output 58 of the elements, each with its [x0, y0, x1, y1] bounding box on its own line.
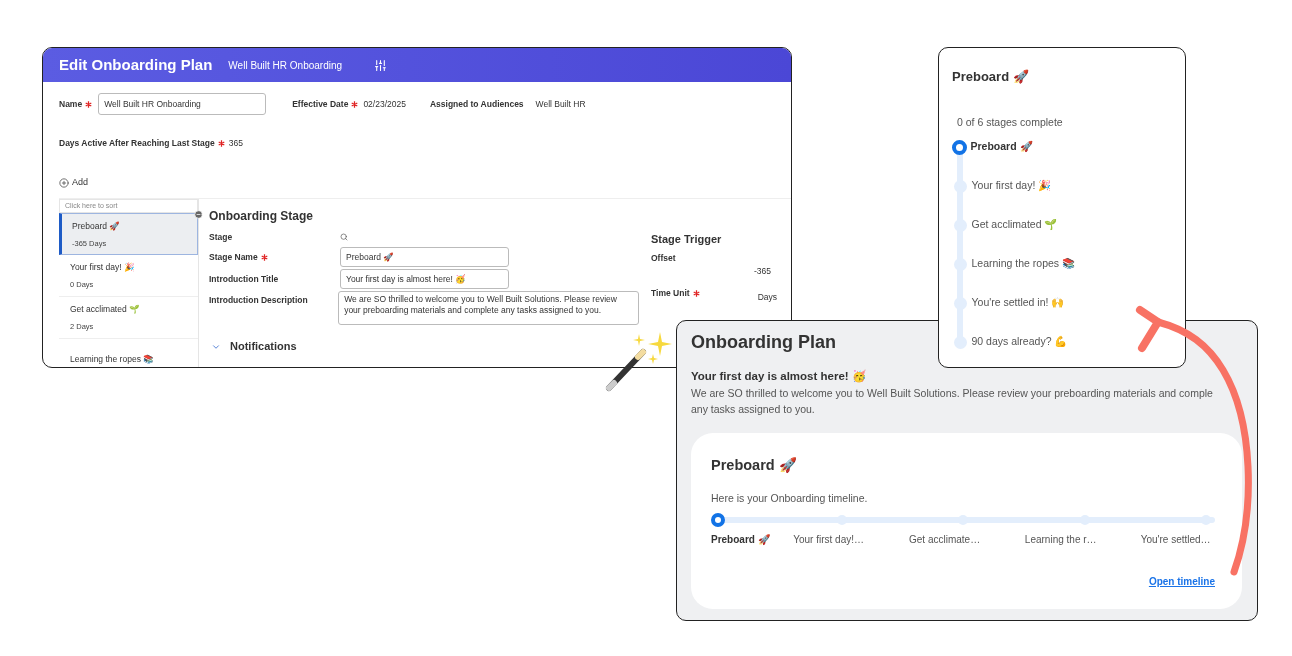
audience-value: Well Built HR	[535, 97, 586, 111]
stage-name: Get acclimated 🌱	[70, 303, 142, 316]
stage-name[interactable]: 90 days already? 💪	[971, 334, 1068, 351]
name-field[interactable]: Well Built HR Onboarding	[98, 93, 267, 115]
stage-label[interactable]: Preboard 🚀	[711, 531, 794, 547]
plan-subtitle: Well Built HR Onboarding	[228, 58, 343, 73]
field-label: Introduction Description	[209, 294, 308, 307]
section-title: Onboarding Stage	[209, 208, 314, 226]
stage-name[interactable]: Get acclimated 🌱	[971, 217, 1058, 234]
stage-label[interactable]: You're settled…	[1140, 531, 1221, 547]
field-label: Effective Date	[292, 97, 349, 111]
field-label: Time Unit	[651, 287, 690, 300]
intro-description-field[interactable]: We are SO thrilled to welcome you to Well Built Solutions. Please review your preboarding materials and complete any tasks assigned to you.	[338, 291, 639, 326]
stage-name: Your first day! 🎉	[70, 261, 137, 274]
stage-label[interactable]: Your first day!…	[793, 531, 910, 547]
required-icon	[351, 100, 359, 108]
field-label: Introduction Title	[209, 272, 279, 286]
stage-name[interactable]: Learning the ropes 📚	[971, 256, 1075, 273]
field-label: Stage Name	[209, 250, 258, 264]
trigger-title: Stage Trigger	[651, 232, 723, 248]
card-title: Preboard 🚀	[711, 456, 798, 476]
add-icon	[59, 177, 69, 188]
required-icon	[217, 139, 225, 147]
card-caption: Here is your Onboarding timeline.	[711, 491, 869, 506]
progress-text: 0 of 6 stages complete	[957, 114, 1064, 130]
settings-icon[interactable]	[374, 58, 388, 72]
stage-name-field[interactable]: Preboard 🚀	[340, 247, 509, 268]
time-unit-value: Days	[757, 291, 777, 304]
open-timeline-link[interactable]: Open timeline	[1148, 573, 1215, 589]
add-button[interactable]: Add	[59, 175, 88, 190]
collapse-icon[interactable]	[194, 210, 203, 220]
stage-name[interactable]: Preboard 🚀	[970, 139, 1033, 156]
intro-description: We are SO thrilled to welcome you to Well Built Solutions. Please review your preboarding materials and comple any tasks assigned to you.	[691, 386, 1214, 418]
search-icon[interactable]	[340, 233, 348, 242]
stage-label[interactable]: Get acclimate…	[909, 531, 1025, 547]
window-title: Edit Onboarding Plan	[59, 54, 213, 75]
stage-label[interactable]: Learning the r…	[1024, 531, 1141, 547]
stage-name[interactable]: Your first day! 🎉	[971, 178, 1052, 195]
panel-title: Preboard 🚀	[952, 68, 1030, 86]
required-icon	[692, 290, 700, 298]
stage-name[interactable]: You're settled in! 🙌	[971, 295, 1065, 312]
field-label: Days Active After Reaching Last Stage	[59, 137, 215, 150]
field-label: Stage	[209, 230, 233, 244]
field-label: Offset	[651, 251, 677, 265]
intro-title-field[interactable]: Your first day is almost here! 🥳	[340, 269, 509, 290]
stage-name: Preboard 🚀	[72, 219, 122, 233]
section-title: Notifications	[230, 339, 297, 355]
required-icon	[85, 100, 93, 108]
stage-list-item[interactable]: Learning the ropes 📚	[59, 339, 198, 367]
date-value: 02/23/2025	[363, 97, 406, 111]
required-icon	[260, 253, 268, 261]
preview-title: Onboarding Plan	[691, 331, 836, 354]
intro-title: Your first day is almost here! 🥳	[691, 369, 867, 385]
field-label: Assigned to Audiences	[429, 97, 524, 111]
field-label: Name	[59, 97, 83, 111]
days-value: 365	[228, 137, 243, 150]
offset-value: -365	[754, 264, 771, 278]
stage-name: Learning the ropes 📚	[70, 353, 156, 367]
